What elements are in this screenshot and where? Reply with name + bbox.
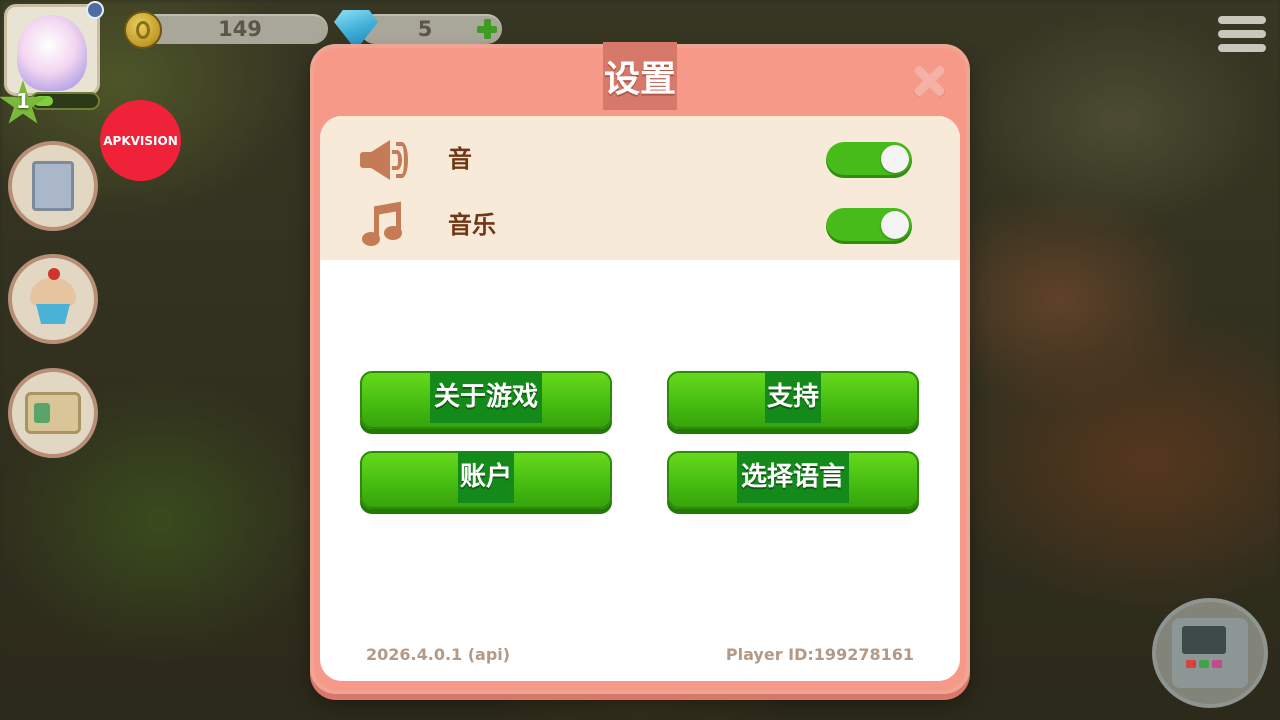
about-game-label: 关于游戏 — [430, 371, 542, 423]
notification-dot-icon — [86, 1, 104, 19]
music-setting-row: 音乐 — [320, 192, 960, 258]
unicorn-avatar-icon — [17, 15, 87, 91]
id-card-edit-icon — [25, 392, 81, 434]
select-language-label: 选择语言 — [737, 451, 849, 503]
recipes-button[interactable] — [8, 254, 98, 344]
music-note-icon — [360, 201, 410, 248]
sound-toggle[interactable] — [826, 142, 912, 178]
select-language-button[interactable]: 选择语言 — [667, 451, 919, 509]
close-icon[interactable] — [908, 60, 950, 102]
player-avatar[interactable] — [4, 4, 100, 96]
add-gems-plus-icon[interactable] — [476, 18, 498, 40]
coin-icon — [124, 11, 162, 49]
version-text: 2026.4.0.1 (api) — [366, 645, 511, 664]
coin-amount: 149 — [218, 17, 262, 41]
register-key-pink — [1212, 660, 1222, 668]
toggle-knob — [881, 211, 909, 239]
about-game-button[interactable]: 关于游戏 — [360, 371, 612, 429]
profile-card-button[interactable] — [8, 368, 98, 458]
dialog-content: 音 音乐 关于游戏 支持 账户 选择语言 2026.4.0.1 (api) Pl… — [320, 116, 960, 681]
register-key-red — [1186, 660, 1196, 668]
hamburger-menu-icon[interactable] — [1218, 16, 1266, 54]
support-label: 支持 — [765, 371, 821, 423]
speaker-icon — [360, 138, 410, 182]
settings-toggles-panel: 音 音乐 — [320, 116, 960, 260]
dialog-title: 设置 — [603, 42, 677, 110]
player-level: 1 — [16, 89, 30, 113]
account-label: 账户 — [458, 451, 514, 503]
music-label: 音乐 — [448, 211, 496, 239]
gem-amount: 5 — [417, 17, 433, 41]
tasks-button[interactable] — [8, 141, 98, 231]
register-screen-icon — [1182, 626, 1226, 654]
toggle-knob — [881, 145, 909, 173]
music-toggle[interactable] — [826, 208, 912, 244]
sound-label: 音 — [448, 145, 472, 173]
clipboard-icon — [32, 161, 74, 211]
sound-setting-row: 音 — [320, 126, 960, 192]
player-id-text: Player ID:199278161 — [725, 645, 914, 664]
cupcake-icon — [28, 268, 78, 324]
support-button[interactable]: 支持 — [667, 371, 919, 429]
account-button[interactable]: 账户 — [360, 451, 612, 509]
watermark-badge: APKVISION — [100, 100, 181, 181]
register-key-green — [1199, 660, 1209, 668]
